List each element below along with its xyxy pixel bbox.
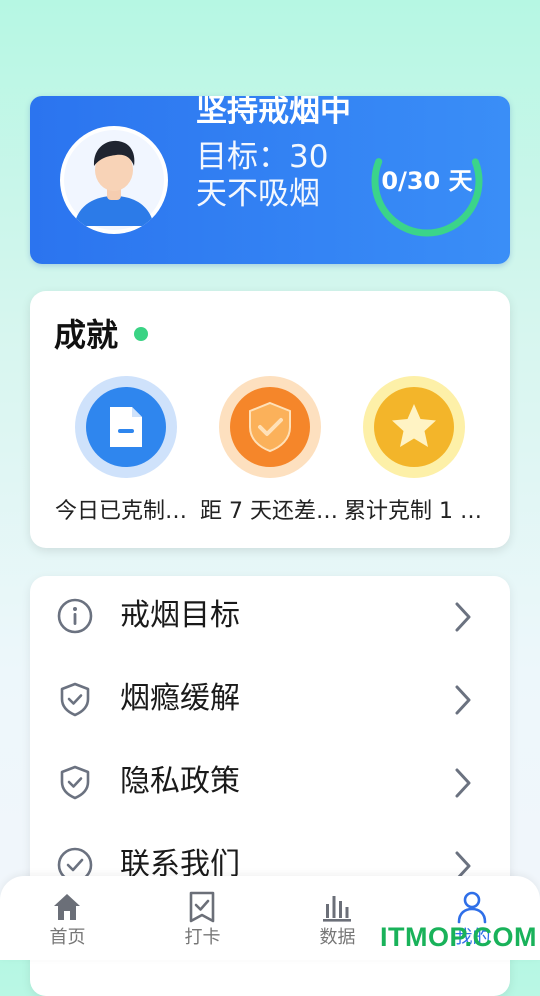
bookmark-check-icon [189, 891, 215, 923]
status-title: 坚持戒烟中 [196, 96, 351, 129]
chevron-right-icon [455, 768, 471, 798]
profile-card: 坚持戒烟中 目标：30天不吸烟 0/30 天 [30, 96, 510, 264]
shield-check-icon [249, 401, 291, 453]
menu-item-quit-goal[interactable]: 戒烟目标 [30, 576, 510, 659]
status-dot [134, 327, 148, 341]
achievement-label-2: 距 7 天还差… [200, 499, 338, 524]
achievement-badge-1[interactable] [75, 376, 177, 478]
achievements-title: 成就 [54, 316, 119, 354]
home-icon [54, 894, 80, 920]
achievement-badge-2[interactable] [219, 376, 321, 478]
achievement-badge-3[interactable] [363, 376, 465, 478]
document-icon [110, 407, 142, 447]
progress-ring: 0/30 天 [368, 122, 486, 240]
avatar[interactable] [60, 126, 168, 234]
status-text: 坚持戒烟中 目标：30天不吸烟 [196, 96, 356, 213]
nav-label: 首页 [49, 927, 86, 948]
achievement-label-1: 今日已克制… [55, 499, 188, 524]
progress-label: 0/30 天 [381, 167, 473, 195]
achievement-label-3: 累计克制 1 … [344, 499, 482, 524]
chevron-right-icon [455, 602, 471, 632]
shield-check-icon [60, 765, 90, 800]
bar-chart-icon [323, 896, 351, 922]
shield-check-icon [60, 682, 90, 717]
avatar-icon [64, 130, 164, 230]
menu-item-label: 烟瘾缓解 [120, 681, 240, 716]
chevron-right-icon [455, 685, 471, 715]
achievements-card: 成就 今日已克制… 距 7 天还差… 累计克制 1 … [30, 291, 510, 548]
star-icon [392, 404, 436, 447]
nav-label: 打卡 [184, 927, 221, 948]
goal-text: 目标：30天不吸烟 [196, 139, 329, 212]
menu-item-craving-relief[interactable]: 烟瘾缓解 [30, 659, 510, 742]
user-icon [457, 891, 487, 924]
watermark: ITMOP.COM [380, 922, 538, 952]
info-icon [57, 598, 93, 634]
nav-tab-home[interactable]: 首页 [0, 876, 135, 960]
nav-tab-checkin[interactable]: 打卡 [135, 876, 270, 960]
menu-item-label: 戒烟目标 [120, 598, 240, 633]
menu-item-privacy-policy[interactable]: 隐私政策 [30, 742, 510, 825]
menu-item-label: 隐私政策 [120, 764, 240, 799]
